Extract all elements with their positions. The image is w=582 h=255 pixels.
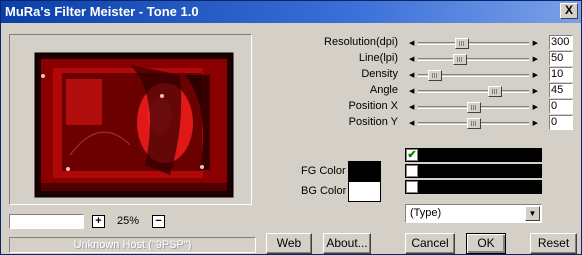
slider-value-input[interactable]: 10 bbox=[549, 67, 573, 82]
checkbox-row-2[interactable] bbox=[405, 164, 542, 178]
checkbox-1[interactable]: ✔ bbox=[406, 149, 418, 161]
arrow-left-icon[interactable]: ◀ bbox=[409, 103, 414, 112]
fg-color-label: FG Color bbox=[301, 165, 346, 177]
type-select[interactable]: (Type) ▼ bbox=[405, 204, 542, 223]
checkbox-row-1[interactable]: ✔ bbox=[405, 148, 542, 162]
slider-label: Line(lpi) bbox=[358, 52, 398, 64]
checkbox-row-3[interactable] bbox=[405, 180, 542, 194]
arrow-left-icon[interactable]: ◀ bbox=[409, 87, 414, 96]
slider-track[interactable]: ◀ ▶ bbox=[408, 118, 539, 129]
arrow-left-icon[interactable]: ◀ bbox=[409, 39, 414, 48]
slider-thumb[interactable] bbox=[467, 118, 481, 129]
slider-thumb[interactable] bbox=[428, 70, 442, 81]
chevron-down-icon[interactable]: ▼ bbox=[525, 206, 540, 221]
about-button[interactable]: About... bbox=[323, 233, 371, 254]
slider-value-input[interactable]: 0 bbox=[549, 115, 573, 130]
slider-thumb[interactable] bbox=[455, 38, 469, 49]
slider-groove bbox=[418, 90, 529, 93]
slider-thumb[interactable] bbox=[488, 86, 502, 97]
slider-value-input[interactable]: 50 bbox=[549, 51, 573, 66]
slider-label: Density bbox=[361, 68, 398, 80]
arrow-right-icon[interactable]: ▶ bbox=[533, 55, 538, 64]
checkbox-3[interactable] bbox=[406, 181, 418, 193]
slider-groove bbox=[418, 58, 529, 61]
arrow-right-icon[interactable]: ▶ bbox=[533, 71, 538, 80]
slider-value-input[interactable]: 300 bbox=[549, 35, 573, 50]
reset-button[interactable]: Reset bbox=[530, 233, 577, 254]
slider-value-input[interactable]: 0 bbox=[549, 99, 573, 114]
bg-color-swatch[interactable] bbox=[348, 181, 381, 202]
preview-image[interactable] bbox=[10, 35, 251, 204]
slider-track[interactable]: ◀ ▶ bbox=[408, 102, 539, 113]
arrow-left-icon[interactable]: ◀ bbox=[409, 71, 414, 80]
minus-icon: − bbox=[155, 215, 162, 227]
slider-label: Position X bbox=[348, 100, 398, 112]
type-select-value: (Type) bbox=[410, 207, 442, 219]
plus-icon: + bbox=[95, 215, 102, 227]
arrow-left-icon[interactable]: ◀ bbox=[409, 55, 414, 64]
preview-frame bbox=[9, 34, 252, 205]
filter-dialog-window: MuRa's Filter Meister - Tone 1.0 X + 25%… bbox=[0, 0, 582, 255]
zoom-input[interactable] bbox=[9, 214, 84, 229]
window-title: MuRa's Filter Meister - Tone 1.0 bbox=[5, 4, 199, 19]
slider-label: Angle bbox=[369, 84, 398, 96]
slider-track[interactable]: ◀ ▶ bbox=[408, 70, 539, 81]
slider-track[interactable]: ◀ ▶ bbox=[408, 86, 539, 97]
checkbox-2[interactable] bbox=[406, 165, 418, 177]
arrow-right-icon[interactable]: ▶ bbox=[533, 119, 538, 128]
close-icon: X bbox=[564, 3, 573, 17]
arrow-right-icon[interactable]: ▶ bbox=[533, 103, 538, 112]
zoom-level: 25% bbox=[117, 215, 140, 227]
close-button[interactable]: X bbox=[560, 3, 578, 19]
status-bar: Unknown Host ("9PSP") bbox=[9, 237, 256, 253]
arrow-left-icon[interactable]: ◀ bbox=[409, 119, 414, 128]
zoom-in-button[interactable]: + bbox=[92, 215, 105, 228]
slider-groove bbox=[418, 42, 529, 45]
slider-track[interactable]: ◀ ▶ bbox=[408, 54, 539, 65]
cancel-button[interactable]: Cancel bbox=[405, 233, 455, 254]
slider-thumb[interactable] bbox=[453, 54, 467, 65]
slider-label: Position Y bbox=[348, 116, 398, 128]
slider-track[interactable]: ◀ ▶ bbox=[408, 38, 539, 49]
bg-color-label: BG Color bbox=[301, 185, 347, 197]
slider-label: Resolution(dpi) bbox=[324, 36, 398, 48]
web-button[interactable]: Web bbox=[266, 233, 312, 254]
slider-thumb[interactable] bbox=[467, 102, 481, 113]
arrow-right-icon[interactable]: ▶ bbox=[533, 87, 538, 96]
ok-button[interactable]: OK bbox=[466, 233, 506, 254]
title-bar[interactable]: MuRa's Filter Meister - Tone 1.0 X bbox=[1, 1, 581, 23]
slider-value-input[interactable]: 45 bbox=[549, 83, 573, 98]
arrow-right-icon[interactable]: ▶ bbox=[533, 39, 538, 48]
fg-color-swatch[interactable] bbox=[348, 161, 381, 182]
zoom-out-button[interactable]: − bbox=[152, 215, 165, 228]
